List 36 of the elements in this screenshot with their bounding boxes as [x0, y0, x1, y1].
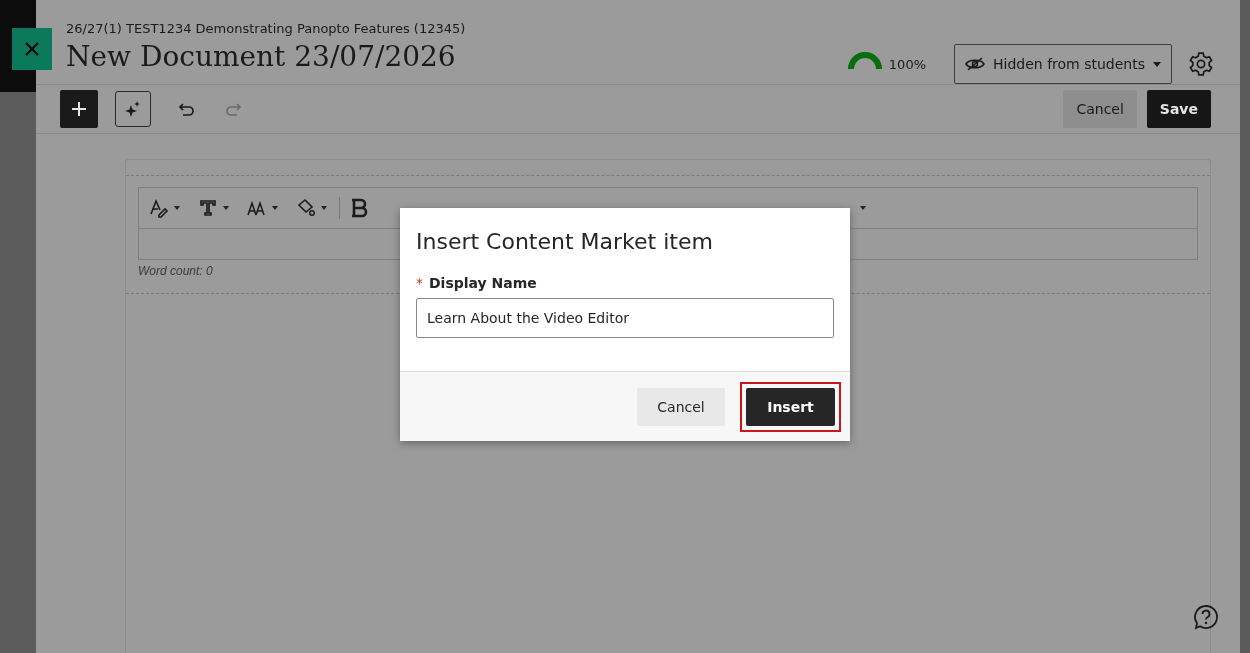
- field-label: Display Name: [429, 275, 537, 291]
- caret-icon[interactable]: [859, 205, 867, 211]
- visibility-dropdown[interactable]: Hidden from students: [954, 44, 1172, 84]
- cancel-button[interactable]: Cancel: [1063, 90, 1137, 128]
- sparkle-icon: [125, 101, 141, 117]
- word-count: Word count: 0: [138, 264, 214, 278]
- settings-icon[interactable]: [1188, 51, 1214, 77]
- close-icon: [24, 41, 40, 57]
- dialog-title: Insert Content Market item: [416, 228, 714, 256]
- required-marker: *: [416, 275, 423, 291]
- caret-icon[interactable]: [272, 206, 278, 210]
- text-style-icon[interactable]: [149, 198, 169, 218]
- scrollbar[interactable]: [1240, 0, 1250, 653]
- paint-bucket-icon[interactable]: [296, 198, 316, 218]
- undo-icon: [178, 101, 196, 117]
- save-button[interactable]: Save: [1146, 90, 1211, 128]
- sparkle-button[interactable]: [115, 91, 151, 127]
- display-name-field[interactable]: Learn About the Video Editor: [416, 298, 834, 338]
- progress-reading: 100%: [888, 56, 926, 72]
- add-button[interactable]: [60, 90, 98, 128]
- caret-icon[interactable]: [321, 206, 327, 210]
- plus-icon: [71, 101, 87, 117]
- course-breadcrumb: 26/27(1) TEST1234 Demonstrating Panopto Features (12345): [66, 20, 466, 38]
- insert-button[interactable]: Insert: [746, 387, 835, 426]
- bold-icon[interactable]: [350, 198, 370, 218]
- page-title: New Document 23/07/2026: [66, 40, 457, 74]
- progress-gauge: [847, 52, 882, 72]
- hidden-eye-icon: [965, 57, 985, 71]
- close-button[interactable]: [12, 28, 52, 70]
- caret-icon: [1153, 61, 1161, 67]
- help-icon[interactable]: [1192, 603, 1220, 631]
- caret-icon[interactable]: [223, 206, 229, 210]
- caret-icon[interactable]: [174, 206, 180, 210]
- font-icon[interactable]: [198, 198, 218, 218]
- cancel-button[interactable]: Cancel: [637, 387, 725, 426]
- redo-icon: [224, 101, 242, 117]
